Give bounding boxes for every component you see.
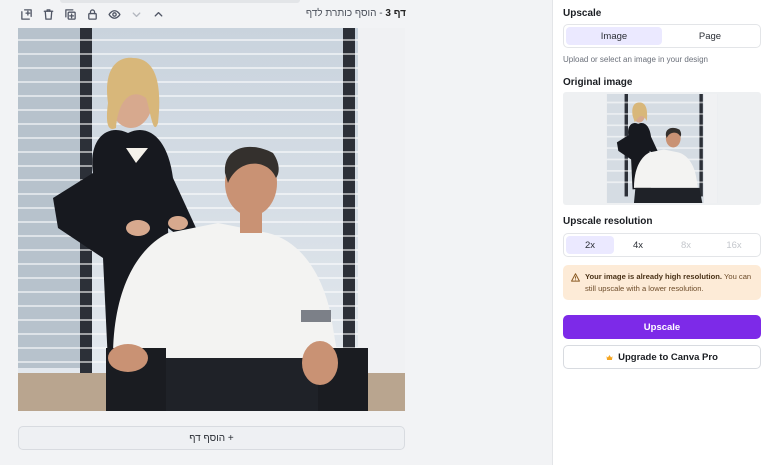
upgrade-label: Upgrade to Canva Pro [618, 351, 718, 363]
crown-icon [606, 354, 613, 360]
page-title-placeholder: - הוסף כותרת לדף [305, 8, 386, 19]
upscale-button[interactable]: Upscale [563, 315, 761, 339]
original-image-title: Original image [563, 77, 633, 88]
upgrade-canva-pro-button[interactable]: Upgrade to Canva Pro [563, 345, 761, 369]
resolution-8x: 8x [680, 239, 692, 251]
page-number: דף 3 [385, 8, 406, 19]
warning-icon [571, 273, 580, 282]
high-resolution-warning: Your image is already high resolution. Y… [563, 265, 761, 300]
page-title[interactable]: דף 3 - הוסף כותרת לדף [306, 8, 406, 19]
top-scroll-strip [60, 0, 300, 3]
tab-page[interactable]: Page [662, 27, 758, 45]
upscale-panel: Upscale Image Page Upload or select an i… [552, 0, 768, 465]
chevron-down-icon[interactable] [128, 6, 144, 22]
design-photo[interactable] [18, 28, 405, 411]
resolution-4x[interactable]: 4x [614, 236, 662, 254]
trash-icon[interactable] [40, 6, 56, 22]
lock-icon[interactable] [84, 6, 100, 22]
upscale-title: Upscale [563, 8, 602, 19]
resolution-16x: 16x [726, 239, 742, 251]
original-image-preview [563, 92, 761, 205]
chevron-up-icon[interactable] [150, 6, 166, 22]
warning-bold-text: Your image is already high resolution. [585, 272, 722, 281]
resolution-selector: 2x 4x 8x 16x [563, 233, 761, 257]
editor-canvas-area: דף 3 - הוסף כותרת לדף + הוסף דף [0, 0, 552, 465]
upscale-resolution-title: Upscale resolution [563, 216, 653, 227]
page-toolbar: דף 3 - הוסף כותרת לדף [18, 6, 406, 24]
upscale-hint: Upload or select an image in your design [563, 55, 708, 64]
resolution-2x[interactable]: 2x [566, 236, 614, 254]
add-note-icon[interactable] [18, 6, 34, 22]
duplicate-icon[interactable] [62, 6, 78, 22]
eye-icon[interactable] [106, 6, 122, 22]
upscale-target-toggle: Image Page [563, 24, 761, 48]
tab-image[interactable]: Image [566, 27, 662, 45]
add-page-button[interactable]: + הוסף דף [18, 426, 405, 450]
